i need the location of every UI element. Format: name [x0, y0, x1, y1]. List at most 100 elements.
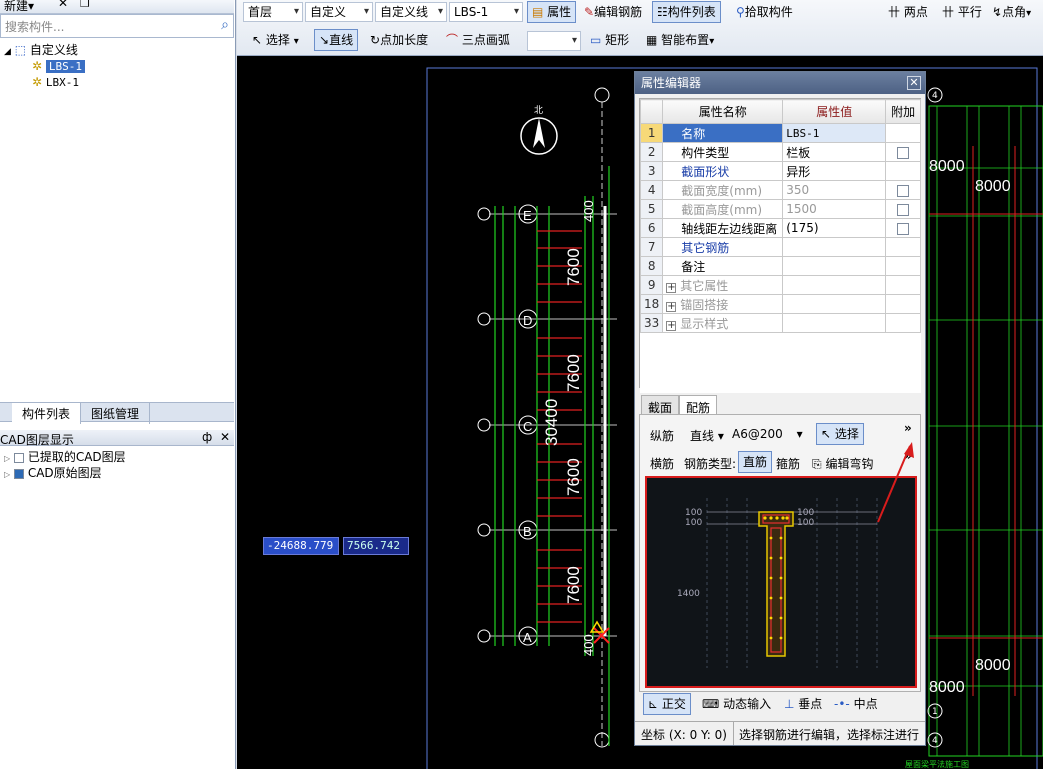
midpoint-button[interactable]: -•- 中点: [829, 693, 883, 715]
close-icon[interactable]: ✕: [220, 430, 230, 444]
expand-icon[interactable]: ▷: [4, 470, 10, 479]
property-row[interactable]: 4 截面宽度(mm) 350: [639, 180, 921, 200]
arc-mode-select[interactable]: [527, 31, 581, 51]
checkbox[interactable]: [897, 146, 910, 159]
property-value[interactable]: [782, 313, 887, 333]
dynamic-input-button[interactable]: ⌨ 动态输入: [697, 693, 776, 715]
expand-icon[interactable]: +: [666, 282, 677, 293]
smart-layout-button[interactable]: ▦ 智能布置▾: [641, 29, 719, 51]
search-icon[interactable]: ⌕: [221, 17, 229, 33]
rebar-spec-select[interactable]: A6@200 ▾: [732, 427, 803, 441]
main-toolbar: 首层 自定义 自定义线 LBS-1 ▤ 属性 ✎编辑钢筋 ☷构件列表 ⚲拾取构件…: [237, 0, 1043, 56]
property-row[interactable]: 18 + 锚固搭接: [639, 294, 921, 314]
stirrup-button[interactable]: 箍筋: [776, 455, 800, 472]
property-editor-titlebar[interactable]: 属性编辑器 ✕: [635, 72, 925, 94]
property-value[interactable]: (175): [782, 218, 887, 238]
point-angle-button[interactable]: ↯点角▾: [987, 1, 1036, 23]
property-row[interactable]: 2 构件类型 栏板: [639, 142, 921, 162]
checkbox[interactable]: [13, 452, 24, 463]
cursor-icon: ↖: [252, 33, 263, 47]
rectangle-button[interactable]: ▭ 矩形: [585, 29, 634, 51]
property-extra: [885, 199, 921, 219]
property-value[interactable]: 350: [782, 180, 887, 200]
property-row[interactable]: 3 截面形状 异形: [639, 161, 921, 181]
cad-layer-original[interactable]: ▷ CAD原始图层: [4, 465, 126, 481]
select-button[interactable]: ↖ 选择 ▾: [247, 29, 304, 51]
property-row[interactable]: 6 轴线距左边线距离 (175): [639, 218, 921, 238]
property-value[interactable]: [782, 256, 887, 276]
dim-label: 8000: [975, 657, 1011, 674]
preview-dim: 100: [685, 518, 702, 528]
property-value[interactable]: 栏板: [782, 142, 887, 162]
collapse-icon[interactable]: ◢: [4, 47, 11, 57]
rebar-select-button[interactable]: ↖ 选择: [816, 423, 864, 445]
ortho-button[interactable]: ⊾ 正交: [643, 693, 691, 715]
row-index: 18: [639, 294, 664, 314]
cad-layer-extracted[interactable]: ▷ 已提取的CAD图层: [4, 449, 126, 465]
three-point-arc-button[interactable]: ⌒ 三点画弧: [441, 29, 515, 51]
new-button[interactable]: 新建▾: [4, 0, 34, 14]
expand-icon[interactable]: +: [666, 320, 677, 331]
tab-component-list[interactable]: 构件列表: [12, 403, 82, 424]
category-select[interactable]: 自定义: [305, 2, 373, 22]
checkbox[interactable]: [897, 184, 910, 197]
coord-y-input[interactable]: 7566.742: [343, 537, 409, 555]
perpendicular-button[interactable]: ⊥ 垂点: [779, 693, 827, 715]
property-row[interactable]: 7 其它钢筋: [639, 237, 921, 257]
delete-icon[interactable]: ✕: [58, 0, 68, 10]
property-extra: [885, 161, 921, 181]
line-button[interactable]: ↘直线: [314, 29, 359, 51]
floor-select[interactable]: 首层: [243, 2, 303, 22]
pin-icon[interactable]: ф: [202, 430, 212, 444]
checkbox-checked[interactable]: [13, 468, 24, 479]
tree-root[interactable]: ◢ ⬚ 自定义线: [4, 42, 85, 58]
property-value[interactable]: LBS-1: [782, 123, 887, 143]
straight-rebar-button[interactable]: 直筋: [738, 451, 773, 473]
parallel-icon: 卄: [942, 5, 955, 19]
dim-label: 7600: [564, 354, 583, 392]
property-button[interactable]: ▤ 属性: [527, 1, 577, 23]
preview-dim: 100: [797, 508, 814, 518]
line-mode-select[interactable]: 直线 ▾: [690, 427, 724, 444]
column-header: 附加: [885, 99, 921, 124]
more-icon[interactable]: »: [904, 421, 912, 435]
pick-component-button[interactable]: ⚲拾取构件: [731, 1, 798, 23]
two-points-button[interactable]: 卄 两点: [883, 1, 933, 23]
property-row[interactable]: 5 截面高度(mm) 1500: [639, 199, 921, 219]
property-value[interactable]: [782, 237, 887, 257]
property-value[interactable]: 异形: [782, 161, 887, 181]
component-list-button[interactable]: ☷构件列表: [652, 1, 721, 23]
copy-icon[interactable]: ❐: [80, 0, 90, 10]
parallel-button[interactable]: 卄 平行: [937, 1, 987, 23]
left-panel: 新建▾ ✕ ❐ 搜索构件... ⌕ ◢ ⬚ 自定义线 ✲ LBS-1 ✲ LBX…: [0, 0, 236, 769]
checkbox[interactable]: [897, 203, 910, 216]
property-row[interactable]: 33 + 显示样式: [639, 313, 921, 333]
coord-x-input[interactable]: -24688.779: [263, 537, 339, 555]
edit-rebar-button[interactable]: ✎编辑钢筋: [579, 1, 647, 23]
expand-icon[interactable]: +: [666, 301, 677, 312]
preview-dim: 100: [797, 518, 814, 528]
type-select[interactable]: 自定义线: [375, 2, 447, 22]
point-angle-icon: ↯: [992, 5, 1003, 19]
property-row[interactable]: 1 名称 LBS-1: [639, 123, 921, 143]
property-grid-header: 属性名称 属性值 附加: [639, 99, 921, 124]
axis-number: 1: [932, 707, 938, 717]
edit-hook-button[interactable]: ⎘ 编辑弯钩: [812, 455, 873, 472]
expand-icon[interactable]: ▷: [4, 454, 10, 463]
property-row[interactable]: 9 + 其它属性: [639, 275, 921, 295]
property-value[interactable]: 1500: [782, 199, 887, 219]
property-value[interactable]: [782, 294, 887, 314]
dim-label: 8000: [929, 158, 965, 175]
checkbox[interactable]: [897, 222, 910, 235]
point-length-button[interactable]: ↻点加长度: [365, 29, 433, 51]
property-extra: [885, 180, 921, 200]
tree-item-lbs1[interactable]: ✲ LBS-1: [4, 58, 86, 74]
tab-drawing-management[interactable]: 图纸管理: [81, 403, 151, 424]
property-value[interactable]: [782, 275, 887, 295]
axis-number: 4: [932, 736, 938, 746]
search-input[interactable]: 搜索构件... ⌕: [0, 14, 234, 38]
close-icon[interactable]: ✕: [907, 76, 921, 90]
property-row[interactable]: 8 备注: [639, 256, 921, 276]
component-select[interactable]: LBS-1: [449, 2, 523, 22]
tree-item-lbx1[interactable]: ✲ LBX-1: [4, 74, 85, 90]
